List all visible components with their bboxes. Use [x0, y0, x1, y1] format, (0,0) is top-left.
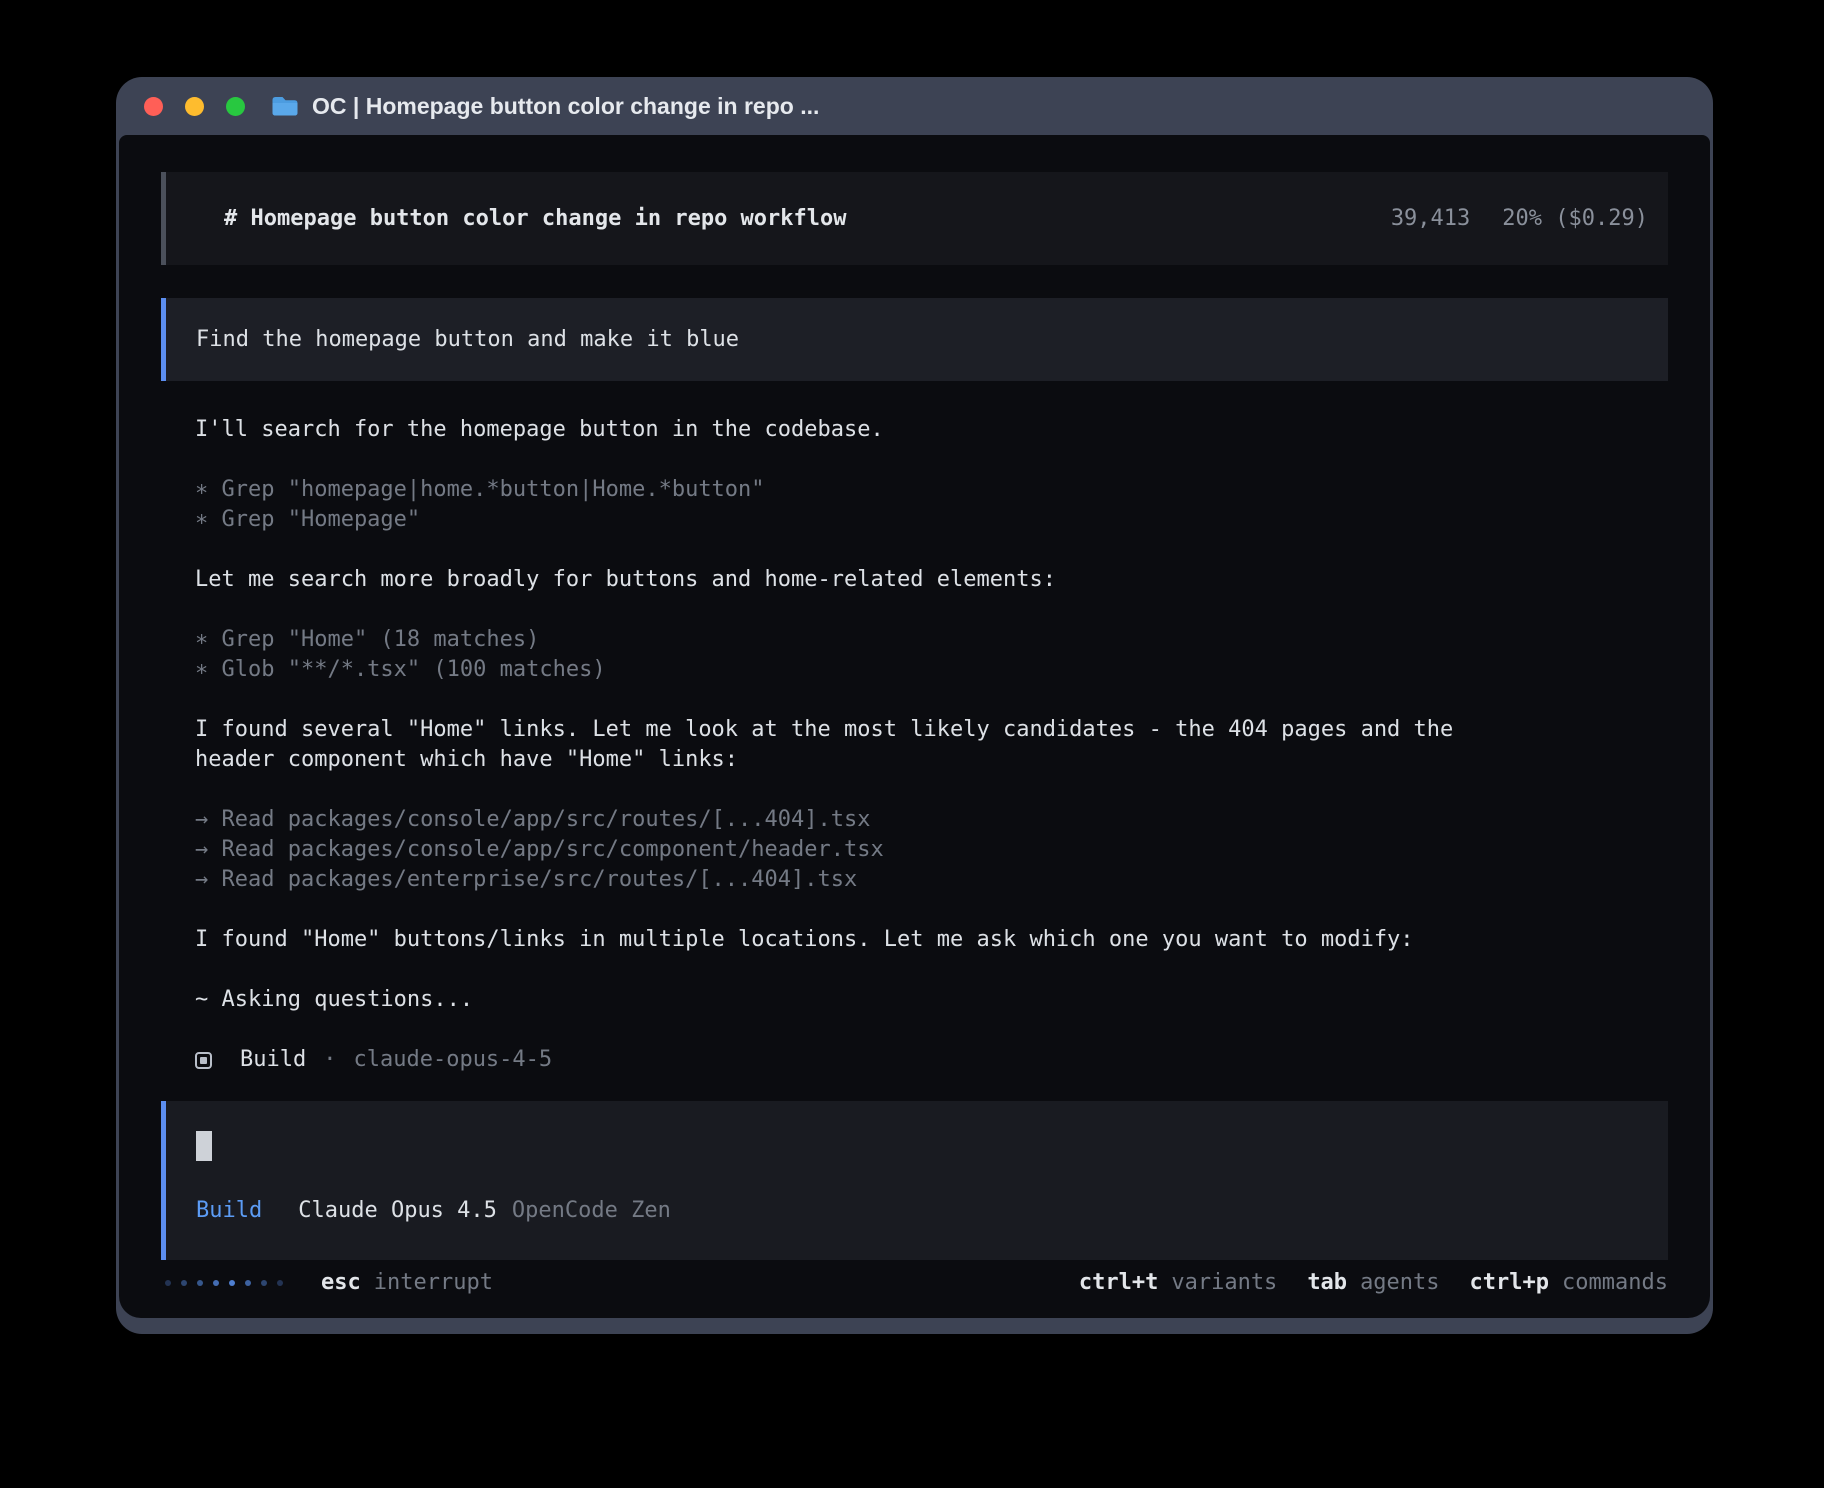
context-cost: 20% ($0.29) — [1502, 204, 1648, 234]
agent-model: claude-opus-4-5 — [353, 1045, 552, 1075]
folder-icon — [271, 95, 299, 117]
session-header: # Homepage button color change in repo w… — [161, 172, 1668, 265]
assistant-text-line: I found "Home" buttons/links in multiple… — [195, 925, 1485, 955]
text-cursor — [196, 1131, 212, 1161]
shortcut-commands: ctrl+p commands — [1470, 1268, 1668, 1298]
agent-status-line: Build · claude-opus-4-5 — [195, 1045, 1668, 1075]
terminal-body: # Homepage button color change in repo w… — [119, 135, 1710, 1318]
agent-name: Build — [240, 1045, 306, 1075]
status-bar: esc interrupt ctrl+t variants tab agents… — [119, 1260, 1710, 1318]
window-title: OC | Homepage button color change in rep… — [312, 93, 819, 120]
zoom-button[interactable] — [226, 97, 245, 116]
user-message: Find the homepage button and make it blu… — [161, 298, 1668, 381]
close-button[interactable] — [144, 97, 163, 116]
session-stats: 39,413 20% ($0.29) — [1391, 204, 1648, 234]
tool-call-line: → Read packages/enterprise/src/routes/[.… — [195, 865, 1485, 895]
commands-action-label: commands — [1562, 1268, 1668, 1298]
assistant-text-line: ~ Asking questions... — [195, 985, 1485, 1015]
titlebar: OC | Homepage button color change in rep… — [116, 77, 1713, 135]
tool-call-line: ∗ Glob "**/*.tsx" (100 matches) — [195, 655, 1485, 685]
input-status-row: Build Claude Opus 4.5 OpenCode Zen — [196, 1196, 1630, 1226]
tool-call-line: ∗ Grep "Homepage" — [195, 505, 1485, 535]
assistant-text-line: Let me search more broadly for buttons a… — [195, 565, 1485, 595]
minimize-button[interactable] — [185, 97, 204, 116]
tool-call-line: → Read packages/console/app/src/componen… — [195, 835, 1485, 865]
agent-separator: · — [323, 1045, 336, 1075]
assistant-text-line: I found several "Home" links. Let me loo… — [195, 715, 1485, 775]
traffic-lights — [144, 97, 245, 116]
build-agent-icon — [195, 1052, 212, 1069]
dotted-progress-spinner-icon — [165, 1280, 283, 1286]
agents-action-label: agents — [1360, 1268, 1439, 1298]
shortcut-hints: ctrl+t variants tab agents ctrl+p comman… — [1079, 1268, 1668, 1298]
input-model-label: Claude Opus 4.5 — [298, 1196, 497, 1226]
esc-action-label: interrupt — [374, 1268, 493, 1298]
shortcut-esc-interrupt: esc interrupt — [321, 1268, 493, 1298]
tool-call-line: ∗ Grep "Home" (18 matches) — [195, 625, 1485, 655]
input-provider-label: OpenCode Zen — [512, 1196, 671, 1226]
shortcut-agents: tab agents — [1307, 1268, 1439, 1298]
session-content: # Homepage button color change in repo w… — [119, 135, 1710, 1260]
terminal-window: OC | Homepage button color change in rep… — [116, 77, 1713, 1334]
esc-key-label: esc — [321, 1268, 361, 1298]
tool-call-line: → Read packages/console/app/src/routes/[… — [195, 805, 1485, 835]
assistant-text-line: I'll search for the homepage button in t… — [195, 415, 1485, 445]
input-agent-label: Build — [196, 1196, 262, 1226]
window-title-group: OC | Homepage button color change in rep… — [271, 93, 819, 120]
prompt-input[interactable]: Build Claude Opus 4.5 OpenCode Zen — [161, 1101, 1668, 1260]
shortcut-variants: ctrl+t variants — [1079, 1268, 1277, 1298]
tool-call-line: ∗ Grep "homepage|home.*button|Home.*butt… — [195, 475, 1485, 505]
variants-key-label: ctrl+t — [1079, 1268, 1158, 1298]
variants-action-label: variants — [1171, 1268, 1277, 1298]
commands-key-label: ctrl+p — [1470, 1268, 1549, 1298]
user-message-text: Find the homepage button and make it blu… — [196, 325, 739, 355]
token-count: 39,413 — [1391, 204, 1470, 234]
agents-key-label: tab — [1307, 1268, 1347, 1298]
transcript: I'll search for the homepage button in t… — [161, 415, 1668, 1075]
session-title: # Homepage button color change in repo w… — [224, 204, 847, 234]
